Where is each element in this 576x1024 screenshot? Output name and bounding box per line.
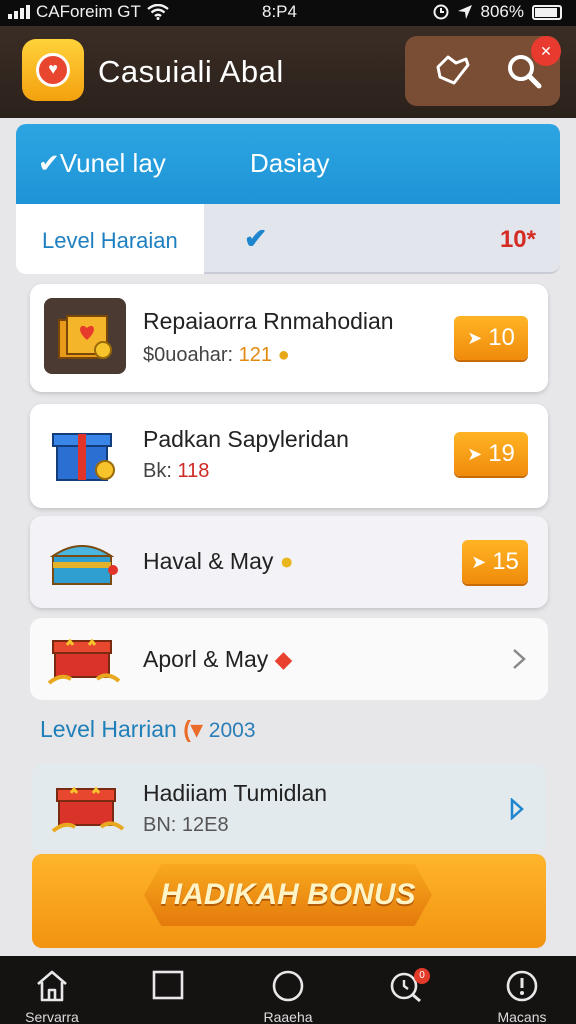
- location-icon: [457, 5, 472, 19]
- list-item[interactable]: Aporl & May ◆: [30, 618, 548, 700]
- pin-icon: (▾: [183, 716, 203, 742]
- coin-icon: ●: [277, 344, 290, 366]
- check-icon: ✔: [38, 148, 60, 178]
- nav-square[interactable]: [128, 956, 208, 1024]
- chevron-right-icon[interactable]: [512, 648, 526, 670]
- present-box-icon: [44, 416, 124, 492]
- heart-logo-icon: ♥: [36, 53, 70, 87]
- subtab-level[interactable]: Level Haraian: [16, 204, 204, 274]
- alert-icon: [506, 970, 538, 1002]
- reward-value: 15: [492, 548, 519, 575]
- gift-box-icon: [44, 298, 126, 374]
- item-title: Padkan Sapyleridan: [143, 426, 349, 452]
- tab-dasiay[interactable]: Dasiay: [250, 148, 329, 179]
- nav-middle-label: Raaeha: [263, 1009, 313, 1024]
- list-item[interactable]: Repaiaorra Rnmahodian $0uoahar: 121 ● ➤ 1…: [30, 284, 548, 392]
- play-arrow-icon[interactable]: [510, 798, 524, 820]
- reward-button[interactable]: ➤ 10: [454, 316, 528, 360]
- section-heading: Level Harrian (▾ 2003: [40, 716, 256, 743]
- alarm-icon: [433, 4, 449, 20]
- subtab-row: Level Haraian ✔ 10*: [16, 204, 560, 274]
- bottom-nav: Servarra Raaeha 0 Macans: [0, 956, 576, 1024]
- wifi-icon: [147, 4, 169, 20]
- heart-outline-icon: [436, 55, 470, 85]
- gem-icon: ◆: [274, 646, 293, 672]
- clock: 8:P4: [262, 2, 297, 21]
- subtab-progress[interactable]: ✔ 10*: [204, 204, 560, 274]
- tab-panel: ✔Vunel lay Dasiay Level Haraian ✔ 10*: [16, 124, 560, 274]
- treasure-chest-icon: [44, 524, 124, 600]
- favorite-button[interactable]: [431, 50, 473, 92]
- arrow-icon: ➤: [467, 327, 483, 348]
- reward-button[interactable]: ➤ 19: [454, 432, 528, 476]
- item-sub-label: Bk:: [143, 460, 172, 482]
- tab-bar: ✔Vunel lay Dasiay: [16, 124, 560, 204]
- arrow-icon: ➤: [467, 443, 483, 464]
- nav-badge: 0: [414, 968, 430, 984]
- bonus-badge: HADIKAH BONUS: [144, 864, 432, 926]
- status-right: 806%: [433, 2, 562, 22]
- item-title-text: Haval & May: [143, 548, 274, 574]
- red-chest-icon: [44, 622, 124, 698]
- item-subtitle: Bk: 118: [143, 460, 209, 483]
- section-title: Level Harrian: [40, 716, 177, 742]
- battery-percent: 806%: [480, 2, 524, 21]
- reward-value: 19: [488, 440, 515, 467]
- home-icon: [37, 970, 67, 1002]
- item-title-text: Aporl & May: [143, 646, 269, 672]
- item-title: Haval & May ●: [143, 548, 294, 575]
- featured-subtitle: BN: 12E8: [143, 814, 229, 836]
- status-left: CAForeim GT: [8, 2, 169, 22]
- list-item[interactable]: Haval & May ● ➤ 15: [30, 516, 548, 608]
- item-sub-value: 118: [177, 460, 210, 482]
- bonus-button[interactable]: HADIKAH BONUS: [32, 854, 546, 948]
- app-title: Casuiali Abal: [98, 54, 284, 89]
- nav-info[interactable]: Macans: [482, 956, 562, 1024]
- nav-circle[interactable]: Raaeha: [248, 956, 328, 1024]
- item-sub-value: 121: [238, 344, 273, 366]
- signal-icon: [8, 5, 30, 19]
- tab-vunel[interactable]: ✔Vunel lay: [38, 148, 166, 179]
- tab-vunel-label: Vunel lay: [59, 148, 166, 178]
- featured-title: Hadiiam Tumidlan: [143, 780, 328, 806]
- circle-icon: [272, 970, 304, 1002]
- nav-home[interactable]: Servarra: [12, 956, 92, 1024]
- battery-icon: [532, 4, 562, 20]
- coin-icon: ●: [279, 548, 294, 574]
- item-subtitle: $0uoahar: 121 ●: [143, 344, 290, 367]
- checkmark-icon: ✔: [244, 223, 268, 254]
- item-title: Aporl & May ◆: [143, 646, 292, 673]
- app-header: ♥ Casuiali Abal ✕: [0, 26, 576, 118]
- reward-value: 10: [488, 324, 515, 351]
- subtab-count: 10*: [499, 226, 536, 253]
- list-item[interactable]: Padkan Sapyleridan Bk: 118 ➤ 19: [30, 404, 548, 508]
- notification-badge-icon: ✕: [531, 36, 561, 66]
- nav-right-label: Macans: [497, 1009, 547, 1024]
- reward-button[interactable]: ➤ 15: [462, 540, 528, 584]
- arrow-icon: ➤: [471, 551, 487, 572]
- item-sub-label: $0uoahar:: [143, 344, 234, 366]
- item-title: Repaiaorra Rnmahodian: [143, 308, 394, 334]
- status-bar: CAForeim GT 8:P4 806%: [0, 0, 576, 26]
- featured-item[interactable]: Hadiiam Tumidlan BN: 12E8: [32, 764, 546, 850]
- main-content: ✔Vunel lay Dasiay Level Haraian ✔ 10* Re…: [0, 118, 576, 956]
- square-icon: [152, 970, 184, 1000]
- section-year: 2003: [208, 719, 256, 742]
- bonus-label: HADIKAH BONUS: [160, 878, 416, 911]
- subtab-level-label: Level Haraian: [42, 228, 178, 253]
- carrier-text: CAForeim GT: [36, 2, 141, 21]
- nav-search[interactable]: 0: [366, 956, 446, 1024]
- nav-home-label: Servarra: [25, 1009, 79, 1024]
- red-chest-icon: [48, 770, 128, 846]
- app-logo: ♥: [22, 39, 84, 101]
